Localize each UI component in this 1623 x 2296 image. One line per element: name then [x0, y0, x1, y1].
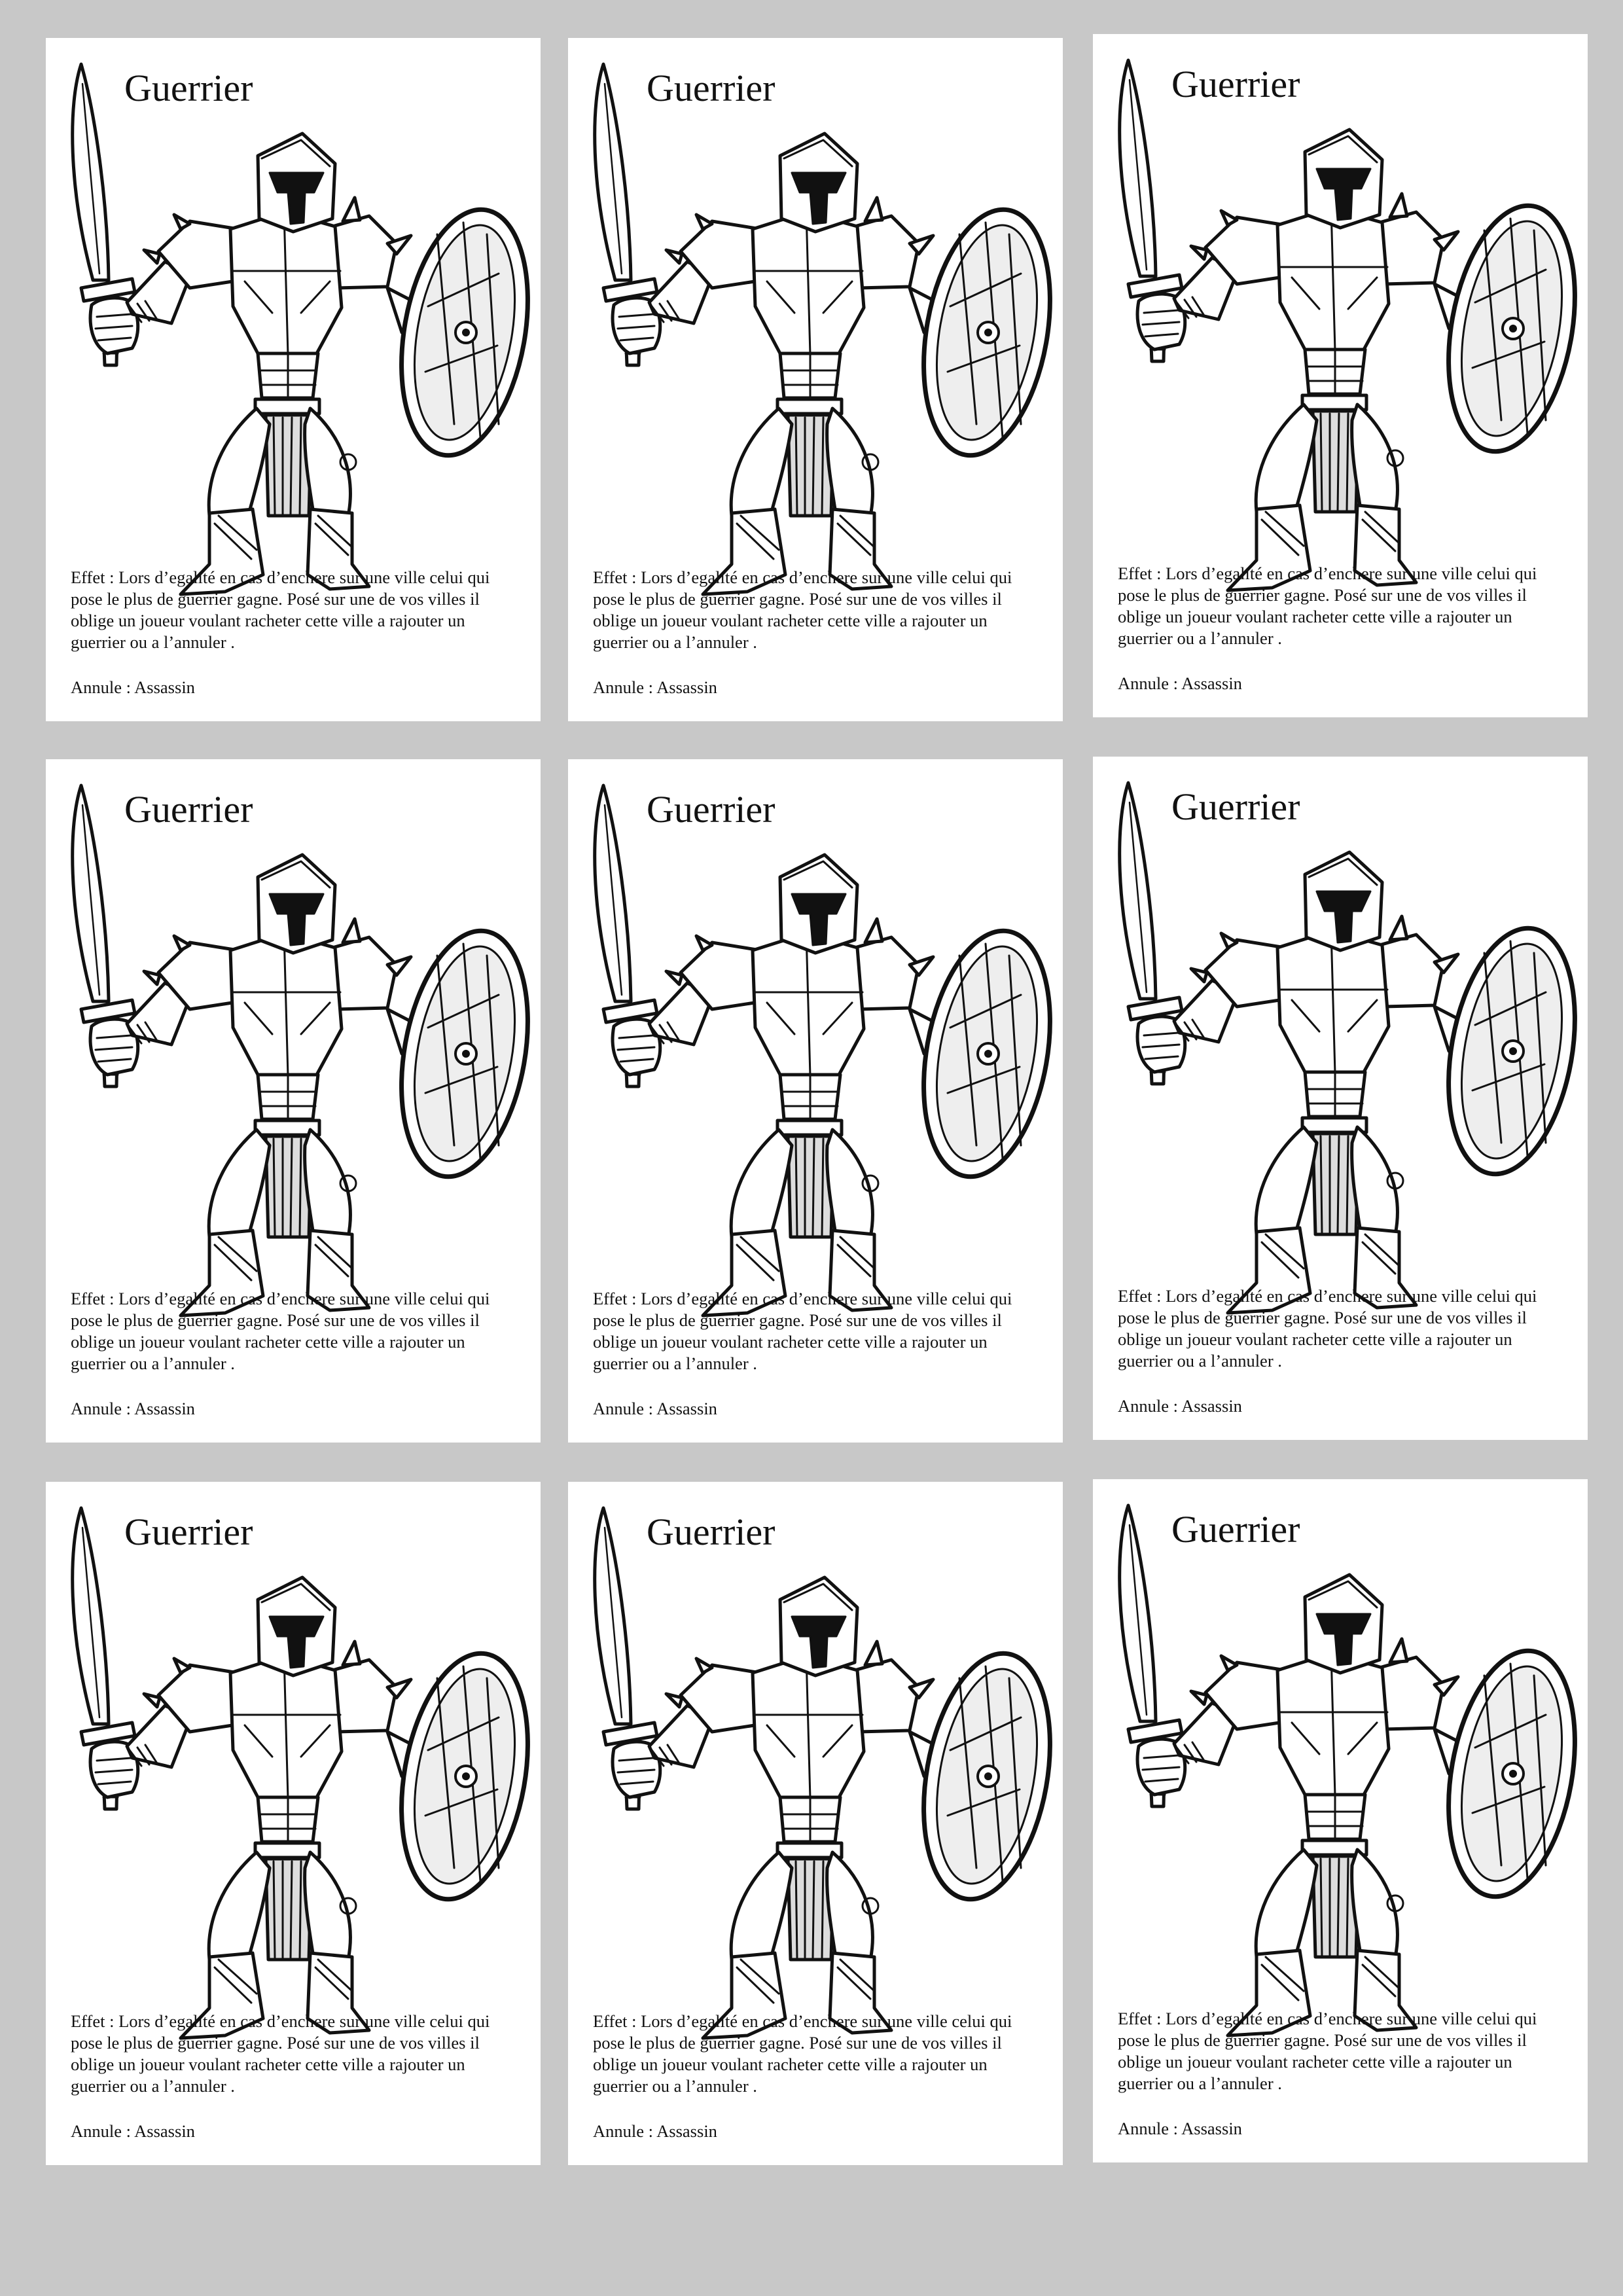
warrior-illustration: [1109, 54, 1588, 603]
card-counter-text: Annule : Assassin: [593, 1399, 717, 1418]
card: Guerrier Effet : Lors d’egalité en cas d…: [46, 759, 541, 1443]
card: Guerrier Effet : Lors d’egalité en cas d…: [1093, 757, 1588, 1440]
card-counter-text: Annule : Assassin: [71, 1399, 195, 1418]
card-effect-text: Effet : Lors d’egalité en cas d’enchere …: [71, 567, 490, 652]
card-counter-text: Annule : Assassin: [71, 2121, 195, 2141]
card-effect-text: Effet : Lors d’egalité en cas d’enchere …: [593, 1289, 1012, 1373]
card-effect-text: Effet : Lors d’egalité en cas d’enchere …: [1118, 2009, 1537, 2093]
card-effect-text: Effet : Lors d’egalité en cas d’enchere …: [1118, 1286, 1537, 1371]
warrior-illustration: [584, 779, 1063, 1329]
card: Guerrier Effet : Lors d’egalité en cas d…: [1093, 1479, 1588, 2162]
warrior-illustration: [62, 1501, 541, 2051]
card: Guerrier Effet : Lors d’egalité en cas d…: [568, 1482, 1063, 2165]
card-effect-text: Effet : Lors d’egalité en cas d’enchere …: [1118, 564, 1537, 648]
card: Guerrier Effet : Lors d’egalité en cas d…: [46, 38, 541, 721]
warrior-illustration: [1109, 1499, 1588, 2049]
card-counter-text: Annule : Assassin: [1118, 2119, 1242, 2138]
card-effect-text: Effet : Lors d’egalité en cas d’enchere …: [71, 1289, 490, 1373]
warrior-illustration: [62, 779, 541, 1329]
card-effect-text: Effet : Lors d’egalité en cas d’enchere …: [593, 2011, 1012, 2096]
card-counter-text: Annule : Assassin: [593, 2121, 717, 2141]
warrior-illustration: [62, 58, 541, 607]
card-counter-text: Annule : Assassin: [1118, 1396, 1242, 1416]
warrior-illustration: [584, 1501, 1063, 2051]
card-effect-text: Effet : Lors d’egalité en cas d’enchere …: [593, 567, 1012, 652]
warrior-illustration: [584, 58, 1063, 607]
card: Guerrier Effet : Lors d’egalité en cas d…: [46, 1482, 541, 2165]
card-effect-text: Effet : Lors d’egalité en cas d’enchere …: [71, 2011, 490, 2096]
card-counter-text: Annule : Assassin: [71, 677, 195, 697]
card-counter-text: Annule : Assassin: [1118, 673, 1242, 693]
card: Guerrier Effet : Lors d’egalité en cas d…: [568, 38, 1063, 721]
card: Guerrier Effet : Lors d’egalité en cas d…: [568, 759, 1063, 1443]
card-counter-text: Annule : Assassin: [593, 677, 717, 697]
warrior-illustration: [1109, 776, 1588, 1326]
card: Guerrier Effet : Lors d’egalité en cas d…: [1093, 34, 1588, 717]
